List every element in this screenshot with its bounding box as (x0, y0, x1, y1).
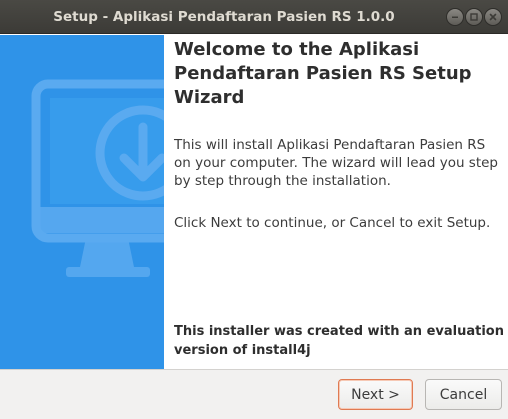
title-bar[interactable]: Setup - Aplikasi Pendaftaran Pasien RS 1… (0, 0, 508, 34)
close-button[interactable] (484, 8, 502, 26)
minimize-button[interactable] (446, 8, 464, 26)
close-icon (489, 13, 497, 21)
evaluation-note: This installer was created with an evalu… (174, 324, 504, 358)
setup-window: Setup - Aplikasi Pendaftaran Pasien RS 1… (0, 0, 508, 419)
monitor-download-icon (31, 79, 164, 277)
next-button[interactable]: Next > (338, 379, 413, 410)
install-description: This will install Aplikasi Pendaftaran P… (174, 137, 498, 189)
wizard-banner (0, 35, 164, 369)
button-bar: Next > Cancel (0, 369, 508, 419)
maximize-icon (470, 13, 478, 21)
welcome-heading: Welcome to the Aplikasi Pendaftaran Pasi… (174, 39, 472, 108)
cancel-button[interactable]: Cancel (425, 379, 502, 410)
wizard-content: Welcome to the Aplikasi Pendaftaran Pasi… (164, 35, 508, 369)
window-title: Setup - Aplikasi Pendaftaran Pasien RS 1… (53, 9, 395, 25)
continue-instructions: Click Next to continue, or Cancel to exi… (174, 215, 491, 231)
minimize-icon (452, 16, 458, 18)
maximize-button[interactable] (465, 8, 483, 26)
